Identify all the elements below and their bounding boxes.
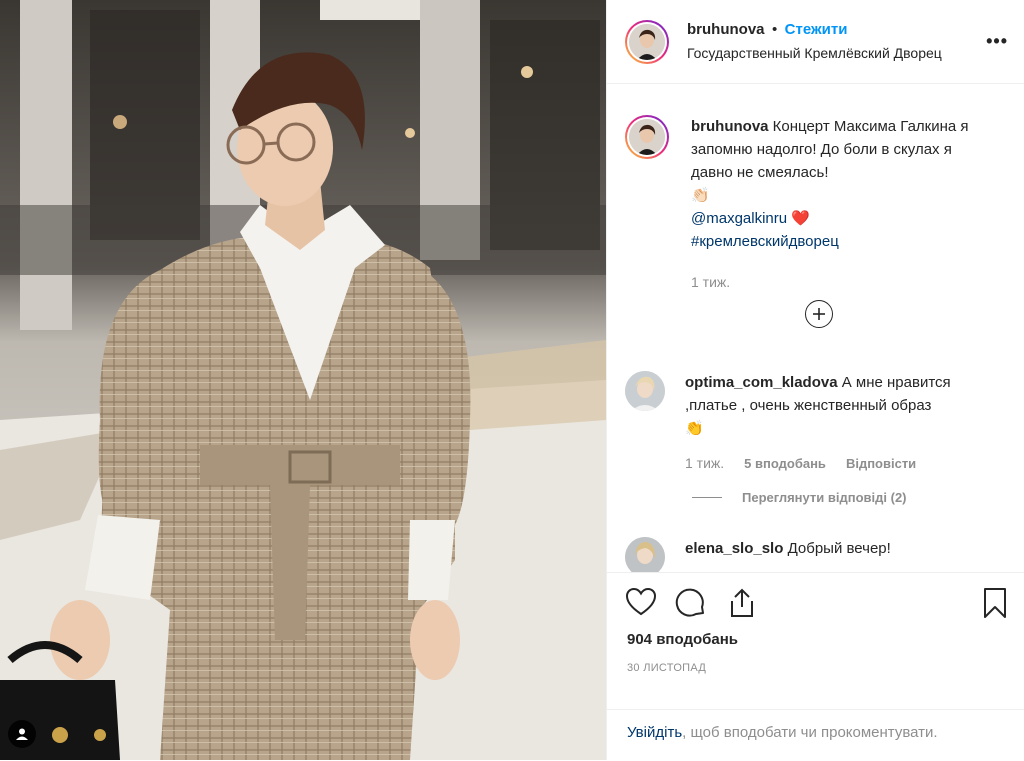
- comments-list[interactable]: bruhunova Концерт Максима Галкина я запо…: [607, 85, 1024, 572]
- hashtag-link[interactable]: #кремлевскийдворец: [691, 233, 839, 250]
- commenter-avatar[interactable]: [625, 371, 665, 411]
- add-comment-icon[interactable]: [805, 300, 833, 328]
- reply-button[interactable]: Відповісти: [846, 456, 916, 471]
- replies-divider: [692, 497, 722, 498]
- tag-user-icon[interactable]: [8, 720, 36, 748]
- header-username[interactable]: bruhunova: [687, 21, 765, 38]
- comment-likes[interactable]: 5 вподобань: [744, 456, 826, 471]
- heart-emoji: ❤️: [791, 210, 810, 227]
- follow-button[interactable]: Стежити: [785, 21, 848, 38]
- post-photo[interactable]: [0, 0, 606, 760]
- comment-text: Добрый вечер!: [787, 540, 891, 557]
- commenter-avatar[interactable]: [625, 537, 665, 572]
- caption-time[interactable]: 1 тиж.: [691, 271, 991, 294]
- more-options-icon[interactable]: •••: [986, 31, 1008, 52]
- caption-username[interactable]: bruhunova: [691, 118, 769, 135]
- login-prompt: Увійдіть, щоб вподобати чи прокоментуват…: [607, 709, 1024, 755]
- share-icon[interactable]: [727, 587, 757, 624]
- mention-link[interactable]: @maxgalkinru: [691, 210, 787, 227]
- profile-avatar[interactable]: [625, 19, 669, 64]
- post-actions: 904 вподобань 30 листопад Увійдіть, щоб …: [607, 572, 1024, 761]
- comment-time[interactable]: 1 тиж.: [685, 455, 724, 471]
- post-date: 30 листопад: [627, 662, 707, 674]
- comment-icon[interactable]: [675, 587, 707, 624]
- separator-dot: •: [771, 21, 778, 38]
- clap-emoji: 👏🏻: [691, 187, 710, 204]
- post-side-panel: bruhunova • Стежити Государственный Крем…: [606, 0, 1024, 760]
- comment-emoji: 👏: [685, 420, 704, 437]
- post-image: [0, 0, 606, 760]
- comment-username[interactable]: optima_com_kladova: [685, 374, 838, 391]
- comment-item: optima_com_kladova А мне нравится ,плать…: [625, 371, 1008, 475]
- bookmark-icon[interactable]: [982, 587, 1008, 624]
- heart-icon[interactable]: [625, 587, 657, 622]
- login-link[interactable]: Увійдіть: [627, 724, 682, 741]
- login-prompt-text: , щоб вподобати чи прокоментувати.: [682, 724, 938, 741]
- location-link[interactable]: Государственный Кремлёвский Дворец: [687, 43, 986, 63]
- likes-count[interactable]: 904 вподобань: [627, 631, 738, 648]
- view-replies-label: Переглянути відповіді (2): [742, 490, 907, 505]
- caption: bruhunova Концерт Максима Галкина я запо…: [625, 115, 1008, 294]
- caption-avatar[interactable]: [625, 115, 669, 159]
- comment-username[interactable]: elena_slo_slo: [685, 540, 783, 557]
- view-replies-button[interactable]: Переглянути відповіді (2): [692, 490, 907, 505]
- comment-item: elena_slo_slo Добрый вечер!: [625, 537, 1008, 572]
- post-header: bruhunova • Стежити Государственный Крем…: [607, 0, 1024, 84]
